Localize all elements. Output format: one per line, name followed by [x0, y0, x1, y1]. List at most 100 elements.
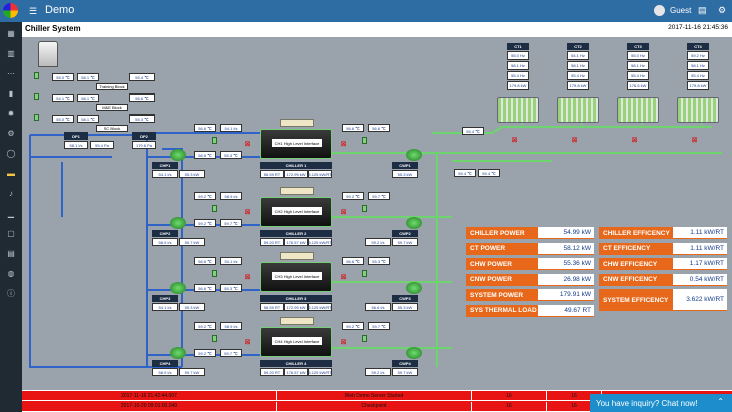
- plant-diagram: 55.0 ℃58.1 ℃55.4 ℃Training Block56.6 ℃54…: [22, 37, 732, 390]
- network-icon[interactable]: ⋯: [0, 65, 22, 81]
- bulb-icon[interactable]: ◯: [0, 145, 22, 161]
- bar-chart-icon[interactable]: ▁: [0, 205, 22, 221]
- valve-icon[interactable]: ⊠: [244, 274, 251, 281]
- ct-value: 55.0 Hz: [627, 51, 649, 60]
- menu-icon[interactable]: ☰: [29, 6, 37, 17]
- cw-pump-icon[interactable]: [406, 282, 422, 294]
- valve-icon[interactable]: ⊠: [244, 209, 251, 216]
- grid-menu-icon[interactable]: ▤: [698, 5, 707, 16]
- avatar[interactable]: [654, 5, 665, 16]
- database-icon[interactable]: ◍: [0, 265, 22, 281]
- folder-icon[interactable]: ▬: [0, 165, 22, 181]
- ct-value: 58.1 Hz: [687, 61, 709, 70]
- piping-svg: [29, 107, 722, 368]
- ct-value: 55.0 Hz: [507, 51, 529, 60]
- user-name[interactable]: Guest: [670, 6, 691, 15]
- dashboard-icon[interactable]: ▦: [0, 25, 22, 41]
- chiller-stat: 176.57 kW: [284, 238, 308, 246]
- kpi-label: CHILLER POWER: [466, 227, 538, 239]
- temperature-value: 59.2 ℃: [194, 349, 216, 357]
- book-icon[interactable]: ▮: [0, 85, 22, 101]
- cw-pump-icon[interactable]: [406, 347, 422, 359]
- chw-pump-value: 55.3 kW: [179, 170, 205, 178]
- valve-icon[interactable]: ⊠: [691, 137, 698, 144]
- chat-widget[interactable]: You have inquiry? Chat now! ⌃: [590, 394, 732, 412]
- temperature-value: 59.2 ℃: [342, 322, 364, 330]
- chat-label[interactable]: You have inquiry? Chat now!: [596, 399, 698, 408]
- chw-pump-icon[interactable]: [170, 347, 186, 359]
- chw-pump-value: 59.7 kW: [179, 368, 205, 376]
- chevron-up-icon[interactable]: ⌃: [717, 397, 724, 406]
- alarm-time: 2017-11-16 21:42:44.007: [22, 391, 277, 401]
- valve-icon[interactable]: ⊠: [340, 274, 347, 281]
- chart-icon[interactable]: ▥: [0, 45, 22, 61]
- gear-icon[interactable]: ✹: [0, 105, 22, 121]
- temperature-value: 56.6 ℃: [368, 124, 390, 132]
- ct-value: 54.1 Hz: [567, 51, 589, 60]
- chw-pump-label: CHP2: [152, 230, 178, 237]
- app-title: Demo: [45, 4, 75, 16]
- cooling-tower-3[interactable]: [617, 97, 659, 123]
- kpi-value: 1.11 kW/RT: [673, 227, 727, 239]
- settings-icon[interactable]: ⚙: [718, 5, 726, 16]
- valve-icon[interactable]: ⊠: [244, 141, 251, 148]
- kpi-label: CT POWER: [466, 242, 538, 255]
- chw-pump-icon[interactable]: [170, 282, 186, 294]
- valve-icon[interactable]: ⊠: [340, 339, 347, 346]
- valve-icon[interactable]: ⊠: [511, 137, 518, 144]
- temperature-value: 54.1 l/s: [220, 124, 242, 132]
- temperature-value: 58.9 l/s: [220, 192, 242, 200]
- chw-pump-icon[interactable]: [170, 149, 186, 161]
- chiller-stat: 176.57 kW: [284, 368, 308, 376]
- temperature-value: 56.6 ℃: [342, 124, 364, 132]
- gear-alt-icon[interactable]: ⚙: [0, 125, 22, 141]
- ct-value: 176.6 kW: [627, 81, 649, 90]
- cooling-tower-4[interactable]: [677, 97, 719, 123]
- dp2-value: 179.8 Pa: [132, 141, 156, 149]
- cw-pump-value: 59.2 l/s: [365, 238, 391, 246]
- sensor-icon: [34, 72, 39, 79]
- temperature-value: 59.7 ℃: [220, 219, 242, 227]
- valve-icon[interactable]: ⊠: [631, 137, 638, 144]
- alarm-code: 16: [472, 401, 547, 412]
- cooling-tower-1[interactable]: [497, 97, 539, 123]
- chiller-name: CHILLER 3: [260, 295, 332, 302]
- chiller-interface-label[interactable]: CH1 High Level Interface: [272, 139, 322, 147]
- temperature-value: 55.3 ℃: [220, 151, 242, 159]
- ct-value: 55.4 Hz: [627, 71, 649, 80]
- kpi-value: 55.36 kW: [538, 258, 594, 270]
- copy-icon[interactable]: ▢: [0, 225, 22, 241]
- cw-pump-icon[interactable]: [406, 149, 422, 161]
- valve-icon[interactable]: ⊠: [340, 209, 347, 216]
- cooling-tower-2[interactable]: [557, 97, 599, 123]
- cw-pump-label: CWP2: [392, 230, 418, 237]
- chw-pump-icon[interactable]: [170, 217, 186, 229]
- list-icon[interactable]: ▤: [0, 245, 22, 261]
- sensor-icon: [212, 137, 217, 144]
- temperature-value: 55.3 ℃: [368, 257, 390, 265]
- chiller-stat: 56.59 RT: [260, 170, 284, 178]
- chiller-interface-label[interactable]: CH2 High Level Interface: [272, 207, 322, 215]
- sensor-icon: [362, 335, 367, 342]
- sensor-icon: [362, 270, 367, 277]
- chiller-stat: 3.125 kW/RT: [308, 303, 332, 311]
- kpi-label: SYS THERMAL LOAD: [466, 304, 538, 317]
- cw-pump-icon[interactable]: [406, 217, 422, 229]
- info-icon[interactable]: ⓘ: [0, 285, 22, 301]
- chw-pump-label: CHP4: [152, 360, 178, 367]
- chilled-water-pipes: [29, 132, 262, 368]
- bell-icon[interactable]: ♪: [0, 185, 22, 201]
- chw-pump-value: 59.7 kW: [179, 238, 205, 246]
- valve-icon[interactable]: ⊠: [340, 141, 347, 148]
- sensor-icon: [212, 335, 217, 342]
- app-logo[interactable]: [3, 3, 18, 18]
- chiller-interface-label[interactable]: CH3 High Level Interface: [272, 272, 322, 280]
- block-value: 55.0 ℃: [52, 115, 74, 123]
- alarm-code: 16: [472, 391, 547, 401]
- control-panel-icon: [280, 317, 314, 325]
- valve-icon[interactable]: ⊠: [571, 137, 578, 144]
- kpi-value: 49.67 RT: [538, 304, 594, 317]
- valve-icon[interactable]: ⊠: [244, 339, 251, 346]
- cw-pump-value: 59.2 l/s: [365, 368, 391, 376]
- chiller-interface-label[interactable]: CH4 High Level Interface: [272, 337, 322, 345]
